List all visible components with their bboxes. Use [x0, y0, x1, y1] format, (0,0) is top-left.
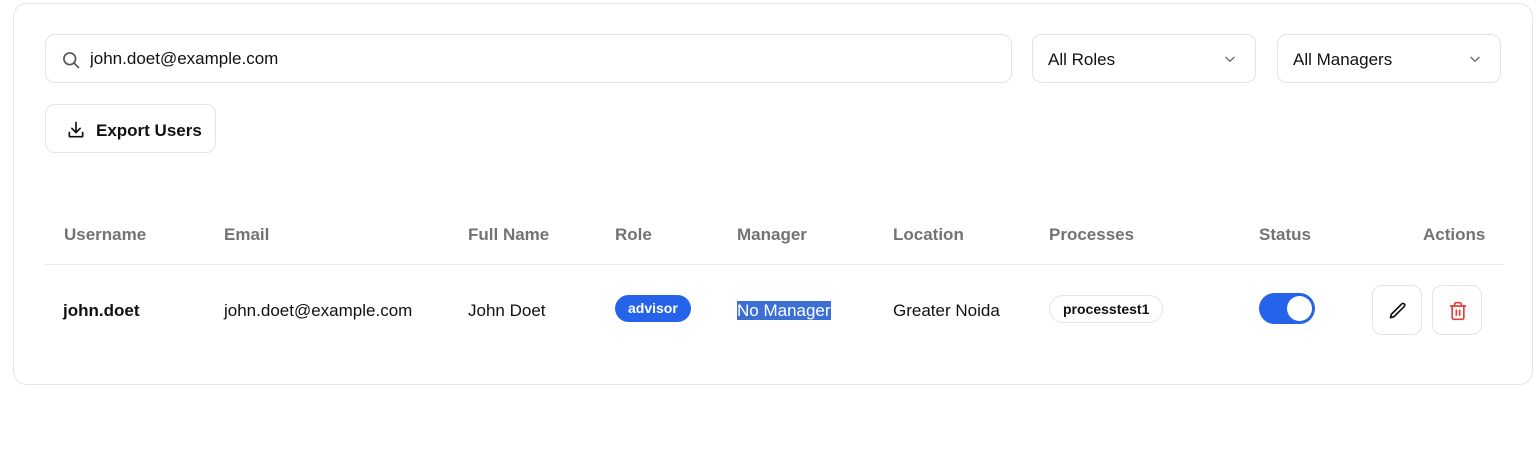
column-header-manager[interactable]: Manager [737, 225, 807, 245]
trash-icon [1449, 301, 1467, 321]
export-users-label: Export Users [96, 121, 202, 140]
column-header-actions: Actions [1423, 225, 1486, 244]
pencil-icon [1389, 302, 1406, 319]
export-users-button[interactable]: Export Users [45, 104, 216, 153]
chevron-down-icon [1225, 56, 1235, 62]
column-header-role[interactable]: Role [615, 225, 652, 245]
role-badge: advisor [615, 295, 691, 322]
delete-user-button[interactable] [1432, 285, 1482, 335]
cell-email: john.doet@example.com [224, 301, 413, 320]
cell-username: john.doet [63, 301, 140, 320]
column-header-email[interactable]: Email [224, 225, 269, 245]
status-toggle[interactable] [1259, 293, 1315, 324]
chevron-down-icon [1470, 56, 1480, 62]
manager-filter-select[interactable]: All Managers [1277, 34, 1501, 83]
users-panel: All Roles All Managers Export Users User… [13, 3, 1533, 385]
toggle-knob [1287, 296, 1312, 321]
role-filter-select[interactable]: All Roles [1032, 34, 1256, 83]
header-divider [45, 264, 1503, 265]
search-box[interactable] [45, 34, 1012, 83]
column-header-username[interactable]: Username [64, 225, 146, 245]
column-header-processes[interactable]: Processes [1049, 225, 1134, 245]
cell-full-name: John Doet [468, 301, 546, 320]
manager-value: No Manager [737, 301, 831, 320]
column-header-full-name[interactable]: Full Name [468, 225, 549, 245]
search-input[interactable] [90, 35, 990, 82]
cell-location: Greater Noida [893, 301, 1000, 320]
download-icon [68, 121, 84, 138]
cell-manager: No Manager [737, 301, 831, 321]
process-badge: processtest1 [1049, 295, 1164, 323]
manager-filter-value: All Managers [1293, 50, 1393, 69]
role-filter-value: All Roles [1048, 50, 1116, 69]
column-header-status[interactable]: Status [1259, 225, 1311, 245]
search-icon [63, 52, 80, 69]
column-header-location[interactable]: Location [893, 225, 964, 245]
edit-user-button[interactable] [1372, 285, 1422, 335]
